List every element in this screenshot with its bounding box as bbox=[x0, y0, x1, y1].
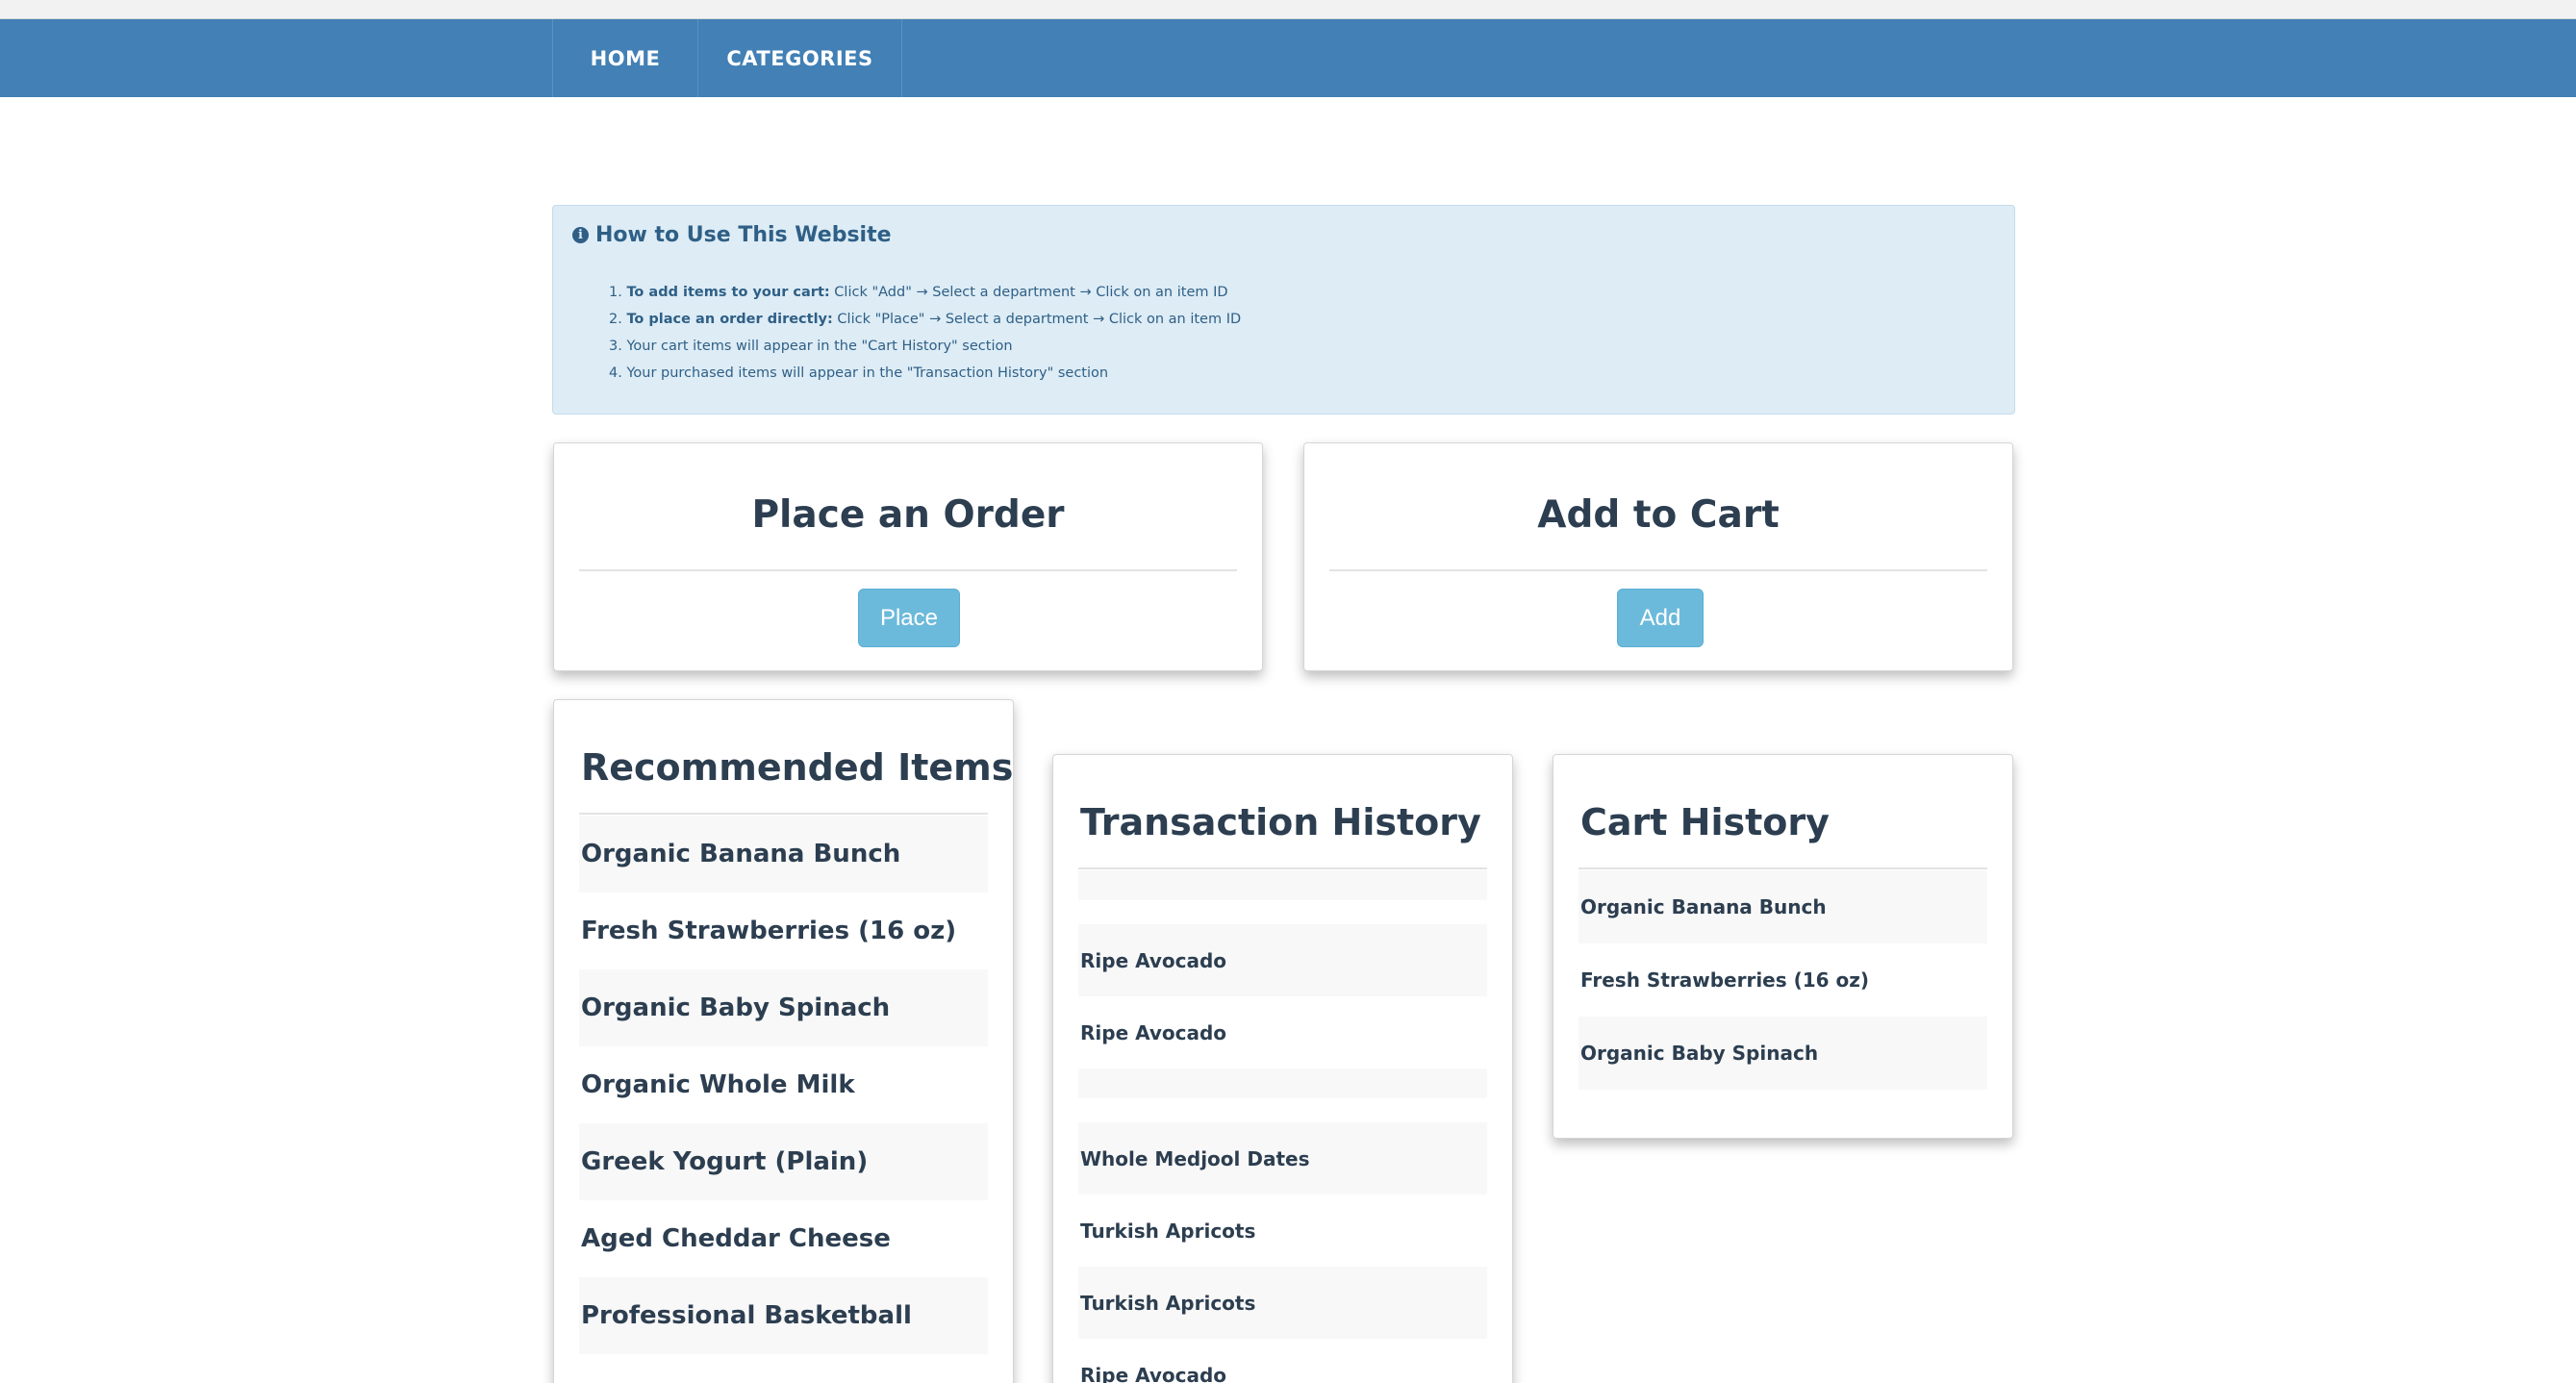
cart-item: Organic Banana Bunch bbox=[1578, 870, 1987, 943]
place-order-title: Place an Order bbox=[751, 493, 1065, 537]
divider bbox=[579, 569, 1237, 571]
add-button[interactable]: Add bbox=[1617, 589, 1704, 647]
instruction-step: 2. To place an order directly: Click "Pl… bbox=[609, 312, 1242, 327]
instruction-step: 4. Your purchased items will appear in t… bbox=[609, 365, 1109, 381]
recommended-item[interactable]: Organic Whole Milk bbox=[579, 1046, 988, 1123]
add-to-cart-title: Add to Cart bbox=[1537, 493, 1780, 537]
transaction-history-card: Transaction History Ripe Avocado Ripe Av… bbox=[1052, 754, 1513, 1383]
recommended-items-card: Recommended Items Organic Banana Bunch F… bbox=[553, 699, 1014, 1383]
add-to-cart-card: Add to Cart Add bbox=[1303, 442, 2013, 671]
cart-item: Fresh Strawberries (16 oz) bbox=[1580, 968, 1870, 992]
transaction-item: Turkish Apricots bbox=[1078, 1267, 1487, 1339]
instructions-panel: i How to Use This Website 1. To add item… bbox=[552, 205, 2015, 415]
cart-item: Organic Baby Spinach bbox=[1578, 1017, 1987, 1090]
divider bbox=[579, 813, 988, 815]
nav-menu: HOME CATEGORIES bbox=[552, 19, 902, 97]
transaction-item: Turkish Apricots bbox=[1080, 1219, 1256, 1243]
instruction-step: 3. Your cart items will appear in the "C… bbox=[609, 339, 1013, 354]
instructions-list: 1. To add items to your cart: Click "Add… bbox=[609, 279, 1241, 387]
recommended-item[interactable]: Aged Cheddar Cheese bbox=[579, 1200, 988, 1277]
recommended-item[interactable]: Organic Baby Spinach bbox=[579, 969, 988, 1046]
recommended-item[interactable]: Professional Basketball bbox=[579, 1277, 988, 1354]
place-button[interactable]: Place bbox=[858, 589, 960, 647]
transaction-item: Ripe Avocado bbox=[1080, 1363, 1227, 1383]
transaction-item: Ripe Avocado bbox=[1078, 924, 1487, 996]
recommended-item[interactable]: Greek Yogurt (Plain) bbox=[579, 1123, 988, 1200]
nav-categories-link[interactable]: CATEGORIES bbox=[698, 19, 902, 97]
recommended-items-list: Organic Banana Bunch Fresh Strawberries … bbox=[579, 816, 988, 1354]
transaction-item: Ripe Avocado bbox=[1080, 1020, 1227, 1044]
navbar: HOME CATEGORIES bbox=[0, 19, 2576, 97]
divider bbox=[1578, 868, 1987, 869]
place-order-card: Place an Order Place bbox=[553, 442, 1263, 671]
recommended-item[interactable]: Organic Banana Bunch bbox=[579, 816, 988, 893]
transaction-history-title: Transaction History bbox=[1080, 801, 1481, 843]
browser-top-strip bbox=[0, 0, 2576, 19]
instructions-title: How to Use This Website bbox=[595, 223, 892, 247]
recommended-items-title: Recommended Items bbox=[581, 746, 1014, 789]
cart-history-list: Organic Banana Bunch Fresh Strawberries … bbox=[1578, 870, 1987, 1090]
nav-home-link[interactable]: HOME bbox=[553, 19, 698, 97]
divider bbox=[1329, 569, 1987, 571]
transaction-item bbox=[1078, 870, 1487, 900]
info-circle-icon: i bbox=[572, 227, 589, 243]
divider bbox=[1078, 868, 1487, 869]
transaction-item bbox=[1078, 1069, 1487, 1098]
cart-history-title: Cart History bbox=[1580, 801, 1830, 843]
transaction-history-list: Ripe Avocado Ripe Avocado Whole Medjool … bbox=[1078, 870, 1487, 1383]
instructions-heading: i How to Use This Website bbox=[572, 223, 892, 247]
instruction-step: 1. To add items to your cart: Click "Add… bbox=[609, 285, 1228, 300]
cart-history-card: Cart History Organic Banana Bunch Fresh … bbox=[1553, 754, 2013, 1139]
recommended-item[interactable]: Fresh Strawberries (16 oz) bbox=[579, 893, 988, 969]
transaction-item: Whole Medjool Dates bbox=[1078, 1122, 1487, 1194]
